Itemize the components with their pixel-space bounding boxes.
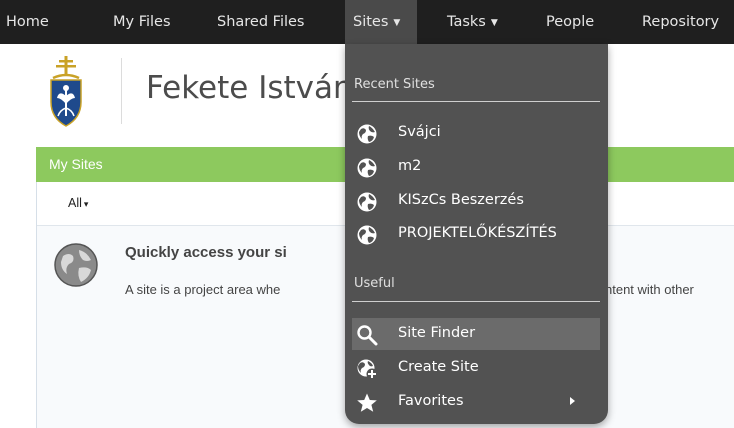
recent-site-kiszcs-beszerzes[interactable]: KISzCs Beszerzés bbox=[352, 185, 600, 217]
empty-state-description-tail: ntent with other bbox=[605, 282, 694, 297]
nav-sites[interactable]: Sites ▼ bbox=[345, 0, 417, 44]
globe-icon bbox=[357, 192, 377, 212]
menu-divider bbox=[352, 301, 600, 302]
empty-state-description: A site is a project area whe bbox=[125, 282, 281, 297]
nav-shared-files-label: Shared Files bbox=[217, 14, 305, 30]
menu-item-label: m2 bbox=[398, 158, 422, 174]
site-finder-menu-item[interactable]: Site Finder bbox=[352, 318, 600, 350]
chevron-down-icon: ▼ bbox=[393, 18, 401, 28]
menu-item-label: Site Finder bbox=[398, 325, 476, 341]
nav-shared-files[interactable]: Shared Files bbox=[217, 0, 304, 44]
globe-icon bbox=[357, 225, 377, 245]
menu-divider bbox=[352, 101, 600, 102]
nav-home[interactable]: Home bbox=[6, 0, 49, 44]
recent-site-projektelokeszites[interactable]: PROJEKTELŐKÉSZÍTÉS bbox=[352, 218, 600, 250]
filter-label: All bbox=[68, 196, 82, 210]
chevron-down-icon: ▾ bbox=[83, 199, 89, 209]
menu-item-label: Favorites bbox=[398, 393, 464, 409]
menu-item-label: KISzCs Beszerzés bbox=[398, 192, 524, 208]
star-icon bbox=[357, 393, 377, 412]
chevron-down-icon: ▼ bbox=[490, 18, 498, 28]
nav-my-files[interactable]: My Files bbox=[113, 0, 171, 44]
globe-icon bbox=[357, 158, 377, 178]
menu-item-label: Create Site bbox=[398, 359, 479, 375]
nav-tasks-label: Tasks bbox=[447, 14, 486, 30]
university-crest-logo bbox=[50, 56, 82, 127]
recent-site-svajci[interactable]: Svájci bbox=[352, 117, 600, 149]
search-icon bbox=[357, 325, 378, 346]
header-divider bbox=[121, 58, 122, 124]
nav-repository[interactable]: Repository bbox=[642, 0, 719, 44]
page-title: Fekete István bbox=[146, 70, 353, 106]
nav-sites-label: Sites bbox=[353, 14, 389, 30]
create-site-menu-item[interactable]: Create Site bbox=[352, 352, 600, 384]
empty-state-title: Quickly access your si bbox=[125, 244, 287, 261]
menu-item-label: Svájci bbox=[398, 124, 441, 140]
nav-people[interactable]: People bbox=[546, 0, 594, 44]
submenu-arrow-icon bbox=[570, 397, 575, 405]
globe-icon bbox=[54, 243, 98, 287]
top-navigation-bar: Home My Files Shared Files Sites ▼ Tasks ▼… bbox=[0, 0, 734, 44]
useful-heading: Useful bbox=[354, 276, 395, 291]
nav-tasks[interactable]: Tasks ▼ bbox=[447, 0, 498, 44]
dashlet-title: My Sites bbox=[49, 156, 103, 172]
nav-my-files-label: My Files bbox=[113, 14, 171, 30]
create-site-icon bbox=[357, 359, 378, 380]
globe-icon bbox=[357, 124, 377, 144]
menu-item-label: PROJEKTELŐKÉSZÍTÉS bbox=[398, 225, 557, 241]
nav-home-label: Home bbox=[6, 14, 49, 30]
recent-sites-heading: Recent Sites bbox=[354, 77, 435, 92]
sites-filter-dropdown[interactable]: All ▾ bbox=[68, 196, 88, 210]
favorites-menu-item[interactable]: Favorites bbox=[352, 386, 600, 418]
nav-repository-label: Repository bbox=[642, 14, 720, 30]
recent-site-m2[interactable]: m2 bbox=[352, 151, 600, 183]
nav-people-label: People bbox=[546, 14, 595, 30]
